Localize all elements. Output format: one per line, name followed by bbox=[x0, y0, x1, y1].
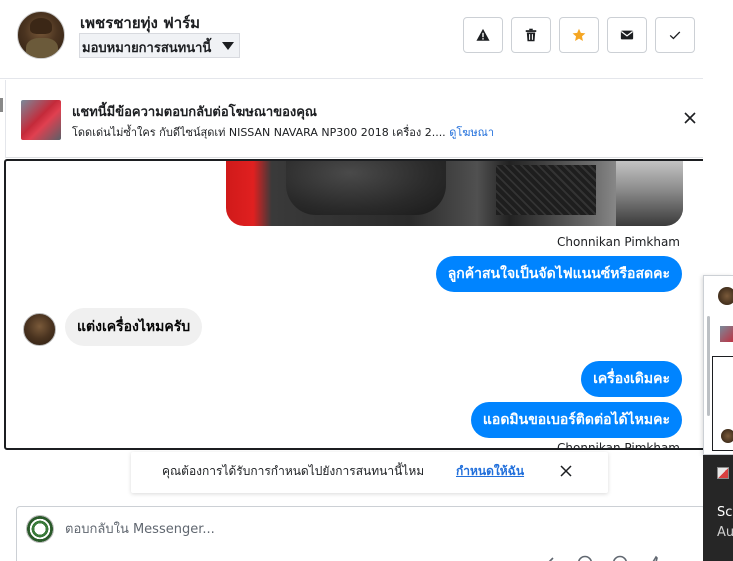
outgoing-message[interactable]: แอดมินขอเบอร์ติดต่อได้ไหมคะ bbox=[470, 402, 682, 438]
ad-reply-banner: แชทนี้มีข้อความตอบกลับต่อโฆษณาของคุณ โดด… bbox=[6, 80, 703, 158]
reply-input[interactable] bbox=[65, 519, 495, 539]
message-sender: Chonnikan Pimkham bbox=[557, 441, 680, 450]
notification-app-icon bbox=[717, 467, 729, 479]
shared-photo[interactable] bbox=[226, 161, 683, 226]
side-scrollbar[interactable] bbox=[707, 316, 710, 416]
mark-spam-button[interactable] bbox=[463, 17, 503, 53]
caret-down-icon bbox=[222, 42, 235, 50]
ad-description: โดดเด่นไม่ซ้ำใคร กับดีไซน์สุดเท่ NISSAN … bbox=[72, 126, 446, 139]
delete-button[interactable] bbox=[511, 17, 551, 53]
incoming-message[interactable]: แต่งเครื่องไหมครับ bbox=[65, 308, 203, 346]
outgoing-message[interactable]: ลูกค้าสนใจเป็นจัดไฟแนนซ์หรือสดคะ bbox=[435, 256, 682, 292]
contact-name[interactable]: เพชรชายทุ่ง ฟาร์ม bbox=[80, 11, 200, 35]
trash-icon bbox=[525, 28, 537, 42]
photo-mat bbox=[496, 165, 596, 215]
emoji-icon[interactable] bbox=[577, 555, 593, 561]
close-icon[interactable] bbox=[682, 110, 698, 126]
assign-dropdown[interactable]: มอบหมายการสนทนานี้ bbox=[79, 33, 241, 58]
conversation-avatar[interactable] bbox=[721, 429, 733, 443]
star-button[interactable] bbox=[559, 17, 599, 53]
star-icon bbox=[572, 28, 586, 41]
contact-avatar-small bbox=[23, 313, 56, 346]
ad-thumbnail[interactable] bbox=[21, 100, 61, 140]
outgoing-message[interactable]: เครื่องเดิมคะ bbox=[581, 361, 682, 397]
conversation-list-panel bbox=[703, 275, 733, 455]
left-marker bbox=[0, 98, 3, 112]
assign-label: มอบหมายการสนทนานี้ bbox=[82, 41, 212, 56]
mark-done-button[interactable] bbox=[655, 17, 695, 53]
saved-reply-icon[interactable] bbox=[612, 555, 628, 561]
notification-title: Sc bbox=[717, 505, 733, 520]
system-notification[interactable]: Sc Au bbox=[703, 455, 733, 561]
conversation-ad-thumbnail[interactable] bbox=[720, 326, 733, 342]
warning-icon bbox=[476, 28, 490, 41]
photo-door bbox=[616, 161, 683, 226]
mark-unread-button[interactable] bbox=[607, 17, 647, 53]
assign-prompt: คุณต้องการได้รับการกำหนดไปยังการสนทนานี้… bbox=[131, 452, 608, 493]
like-icon[interactable] bbox=[647, 555, 663, 561]
ad-banner-subtitle: โดดเด่นไม่ซ้ำใคร กับดีไซน์สุดเท่ NISSAN … bbox=[72, 123, 494, 141]
notification-subtitle: Au bbox=[717, 525, 733, 540]
message-sender: Chonnikan Pimkham bbox=[557, 235, 680, 249]
conversation-avatar[interactable] bbox=[718, 287, 733, 305]
conversation-header: เพชรชายทุ่ง ฟาร์ม มอบหมายการสนทนานี้ bbox=[0, 0, 703, 79]
ad-banner-title: แชทนี้มีข้อความตอบกลับต่อโฆษณาของคุณ bbox=[72, 105, 317, 120]
page-avatar bbox=[26, 515, 54, 543]
photo-seat bbox=[286, 161, 446, 215]
envelope-icon bbox=[620, 30, 634, 40]
reply-composer bbox=[16, 506, 706, 561]
assign-to-me-link[interactable]: กำหนดให้ฉัน bbox=[456, 462, 524, 481]
view-ad-link[interactable]: ดูโฆษณา bbox=[449, 126, 494, 139]
checkmark-icon bbox=[669, 31, 681, 40]
close-icon[interactable] bbox=[559, 464, 573, 478]
message-thread[interactable]: Chonnikan Pimkham ลูกค้าสนใจเป็นจัดไฟแนน… bbox=[4, 159, 728, 450]
contact-avatar[interactable] bbox=[17, 11, 65, 59]
assign-prompt-text: คุณต้องการได้รับการกำหนดไปยังการสนทนานี้… bbox=[162, 464, 425, 478]
attachment-icon[interactable] bbox=[542, 555, 558, 561]
